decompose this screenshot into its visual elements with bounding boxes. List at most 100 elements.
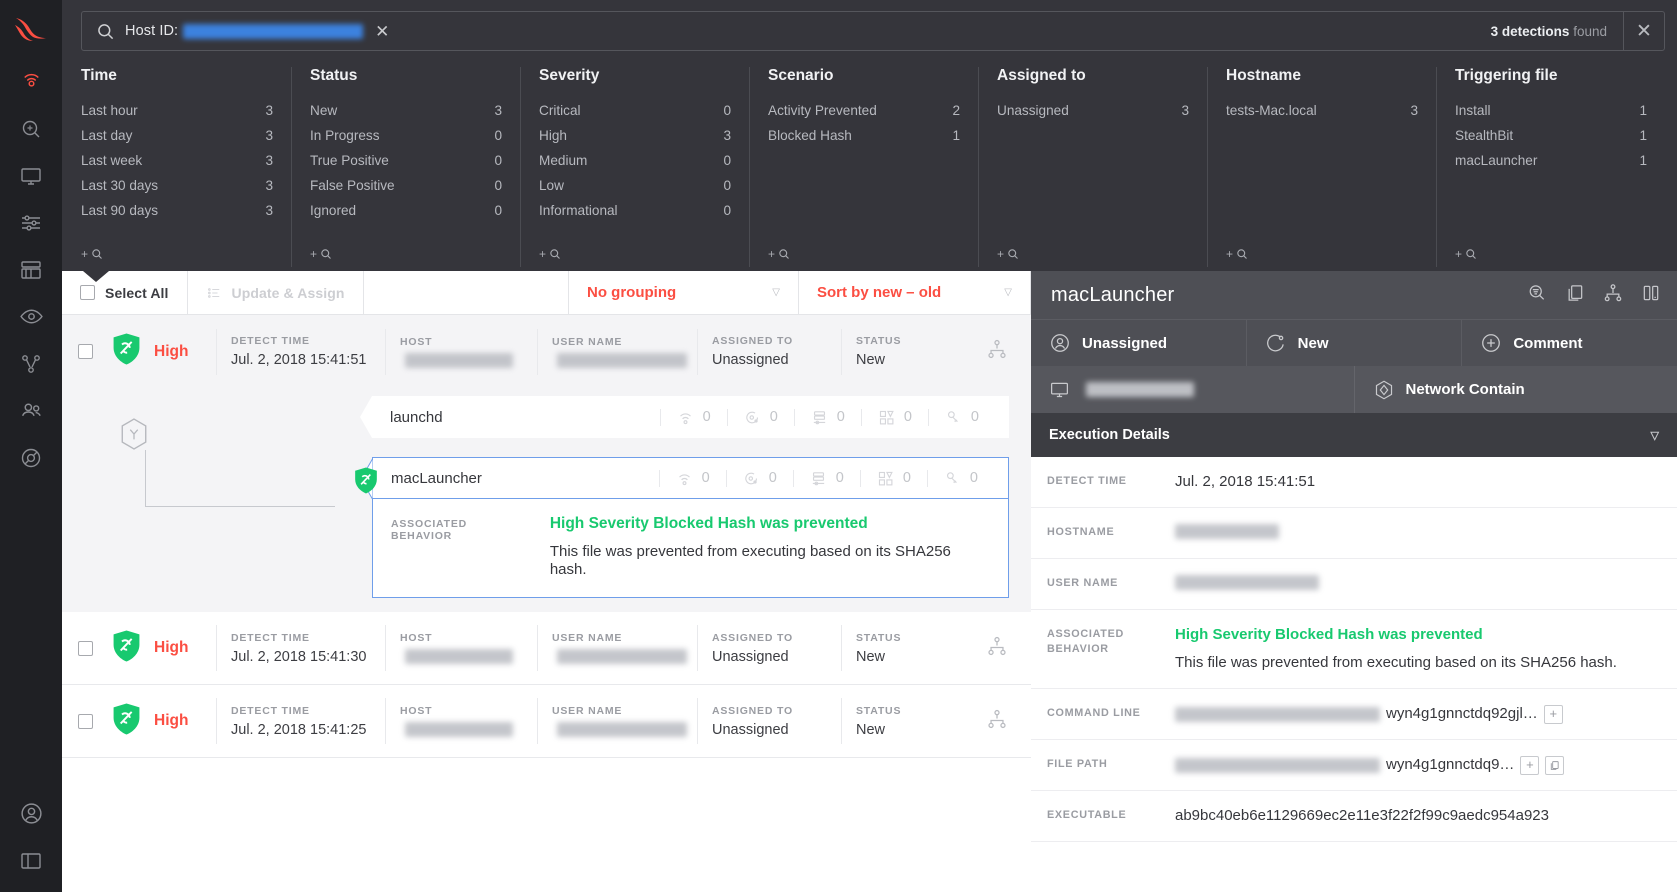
search-bar[interactable]: Host ID: ✕ 3 detections found ✕	[81, 11, 1665, 51]
row-checkbox[interactable]	[78, 713, 93, 729]
facet-row[interactable]: Install 1	[1455, 98, 1647, 123]
facet-add-search[interactable]: +	[1455, 247, 1477, 261]
facet-row[interactable]: Critical 0	[539, 98, 731, 123]
rail-item-account[interactable]	[0, 790, 62, 837]
status-action[interactable]: New	[1245, 320, 1462, 366]
select-all-control[interactable]: Select All	[62, 271, 188, 314]
count-value: 0	[902, 470, 911, 486]
status-value: New	[856, 648, 886, 665]
rail-item-users[interactable]	[0, 387, 62, 434]
process-node-parent[interactable]: launchd 0 0 0 0 0	[360, 396, 1009, 438]
table-row[interactable]: High DETECT TIME Jul. 2, 2018 15:41:51 H…	[62, 315, 1031, 388]
count-network[interactable]: 0	[659, 408, 727, 426]
facet-add-search[interactable]: +	[768, 247, 790, 261]
facet-row[interactable]: Activity Prevented 2	[768, 98, 960, 123]
row-checkbox[interactable]	[78, 640, 93, 656]
rail-item-configuration[interactable]	[0, 199, 62, 246]
facet-row[interactable]: Informational 0	[539, 198, 731, 223]
facet-row[interactable]: True Positive 0	[310, 148, 502, 173]
process-tree-icon[interactable]	[985, 635, 1031, 662]
rail-item-discover[interactable]	[0, 293, 62, 340]
count-modules[interactable]: 0	[859, 469, 927, 487]
facet-row[interactable]: Medium 0	[539, 148, 731, 173]
field-associated-behavior: ASSOCIATED BEHAVIOR High Severity Blocke…	[1031, 610, 1677, 689]
content-split: Select All Update & Assign No grouping ▽	[62, 271, 1677, 892]
facet-row[interactable]: False Positive 0	[310, 173, 502, 198]
sort-select[interactable]: Sort by new – old ▽	[799, 271, 1031, 314]
count-dns[interactable]: 0	[726, 408, 794, 426]
facet-row[interactable]: Last day 3	[81, 123, 273, 148]
execution-details-section-header[interactable]: Execution Details ▽	[1031, 413, 1677, 457]
search-close-icon[interactable]: ✕	[1623, 11, 1664, 51]
count-modules[interactable]: 0	[860, 408, 928, 426]
status-circle-icon	[1265, 332, 1287, 354]
grouping-select[interactable]: No grouping ▽	[569, 271, 799, 314]
cell-host: HOST	[385, 328, 537, 375]
expand-command-line-button[interactable]: +	[1543, 704, 1563, 724]
prevention-shield-icon	[111, 702, 142, 741]
table-row[interactable]: High DETECT TIME Jul. 2, 2018 15:41:30 H…	[62, 612, 1031, 685]
facet-row[interactable]: Low 0	[539, 173, 731, 198]
count-keys[interactable]: 0	[926, 469, 994, 487]
facet-add-search[interactable]: +	[310, 247, 332, 261]
count-value: 0	[701, 470, 710, 486]
facet-row-label: Blocked Hash	[768, 128, 852, 143]
rail-item-collapse[interactable]	[0, 837, 62, 884]
facet-row[interactable]: In Progress 0	[310, 123, 502, 148]
facet-row[interactable]: tests-Mac.local 3	[1226, 98, 1418, 123]
facet-row[interactable]: Unassigned 3	[997, 98, 1189, 123]
facet-add-search[interactable]: +	[539, 247, 561, 261]
facet-row[interactable]: Last hour 3	[81, 98, 273, 123]
hostname-redacted	[1175, 524, 1279, 539]
facet-row[interactable]: Last week 3	[81, 148, 273, 173]
status-value: New	[856, 721, 886, 738]
process-tree-icon[interactable]	[985, 708, 1031, 735]
search-filter-icon[interactable]	[1527, 283, 1547, 308]
plus-circle-icon	[1480, 332, 1502, 354]
count-network[interactable]: 0	[658, 469, 726, 487]
count-dns[interactable]: 0	[725, 469, 793, 487]
hexagon-y-icon	[120, 418, 148, 455]
device-icon[interactable]	[1641, 283, 1661, 308]
facet-add-search[interactable]: +	[997, 247, 1019, 261]
facet-row[interactable]: Last 30 days 3	[81, 173, 273, 198]
select-all-checkbox[interactable]	[80, 285, 95, 300]
count-registry[interactable]: 0	[792, 469, 860, 487]
rail-item-support[interactable]	[0, 434, 62, 481]
hex-contain-icon	[1373, 379, 1395, 401]
share-graph-icon[interactable]	[1603, 283, 1623, 308]
facet-row[interactable]: macLauncher 1	[1455, 148, 1647, 173]
rail-item-investigate[interactable]	[0, 105, 62, 152]
facet-row[interactable]: High 3	[539, 123, 731, 148]
process-node-child[interactable]: macLauncher 0 0 0 0 0	[355, 457, 1009, 500]
facet-row[interactable]: Blocked Hash 1	[768, 123, 960, 148]
facet-add-search[interactable]: +	[81, 247, 103, 261]
facet-add-search[interactable]: +	[1226, 247, 1248, 261]
copy-icon[interactable]	[1565, 283, 1585, 308]
facet-row[interactable]: New 3	[310, 98, 502, 123]
host-subaction[interactable]	[1031, 366, 1354, 413]
process-tree-icon[interactable]	[985, 338, 1031, 365]
field-key: FILE PATH	[1047, 758, 1108, 770]
rail-item-intelligence[interactable]	[0, 340, 62, 387]
facet-row[interactable]: StealthBit 1	[1455, 123, 1647, 148]
update-assign-button[interactable]: Update & Assign	[188, 271, 364, 314]
table-row[interactable]: High DETECT TIME Jul. 2, 2018 15:41:25 H…	[62, 685, 1031, 758]
rail-item-hosts[interactable]	[0, 152, 62, 199]
rail-item-activity[interactable]	[0, 58, 62, 105]
rail-item-dashboards[interactable]	[0, 246, 62, 293]
facet-row-value: 0	[494, 128, 502, 143]
chevron-down-icon[interactable]: ▽	[1651, 429, 1659, 442]
facet-row[interactable]: Ignored 0	[310, 198, 502, 223]
network-contain-subaction[interactable]: Network Contain	[1353, 366, 1677, 413]
copy-icon[interactable]	[1545, 755, 1565, 775]
count-registry[interactable]: 0	[793, 408, 861, 426]
count-keys[interactable]: 0	[927, 408, 995, 426]
expand-file-path-button[interactable]: +	[1520, 755, 1540, 775]
facet-row[interactable]: Last 90 days 3	[81, 198, 273, 223]
assign-action[interactable]: Unassigned	[1031, 320, 1246, 366]
row-checkbox[interactable]	[78, 344, 93, 359]
search-token-clear-icon[interactable]: ✕	[375, 23, 389, 40]
facet-row-label: Low	[539, 178, 564, 193]
comment-action[interactable]: Comment	[1461, 320, 1677, 366]
